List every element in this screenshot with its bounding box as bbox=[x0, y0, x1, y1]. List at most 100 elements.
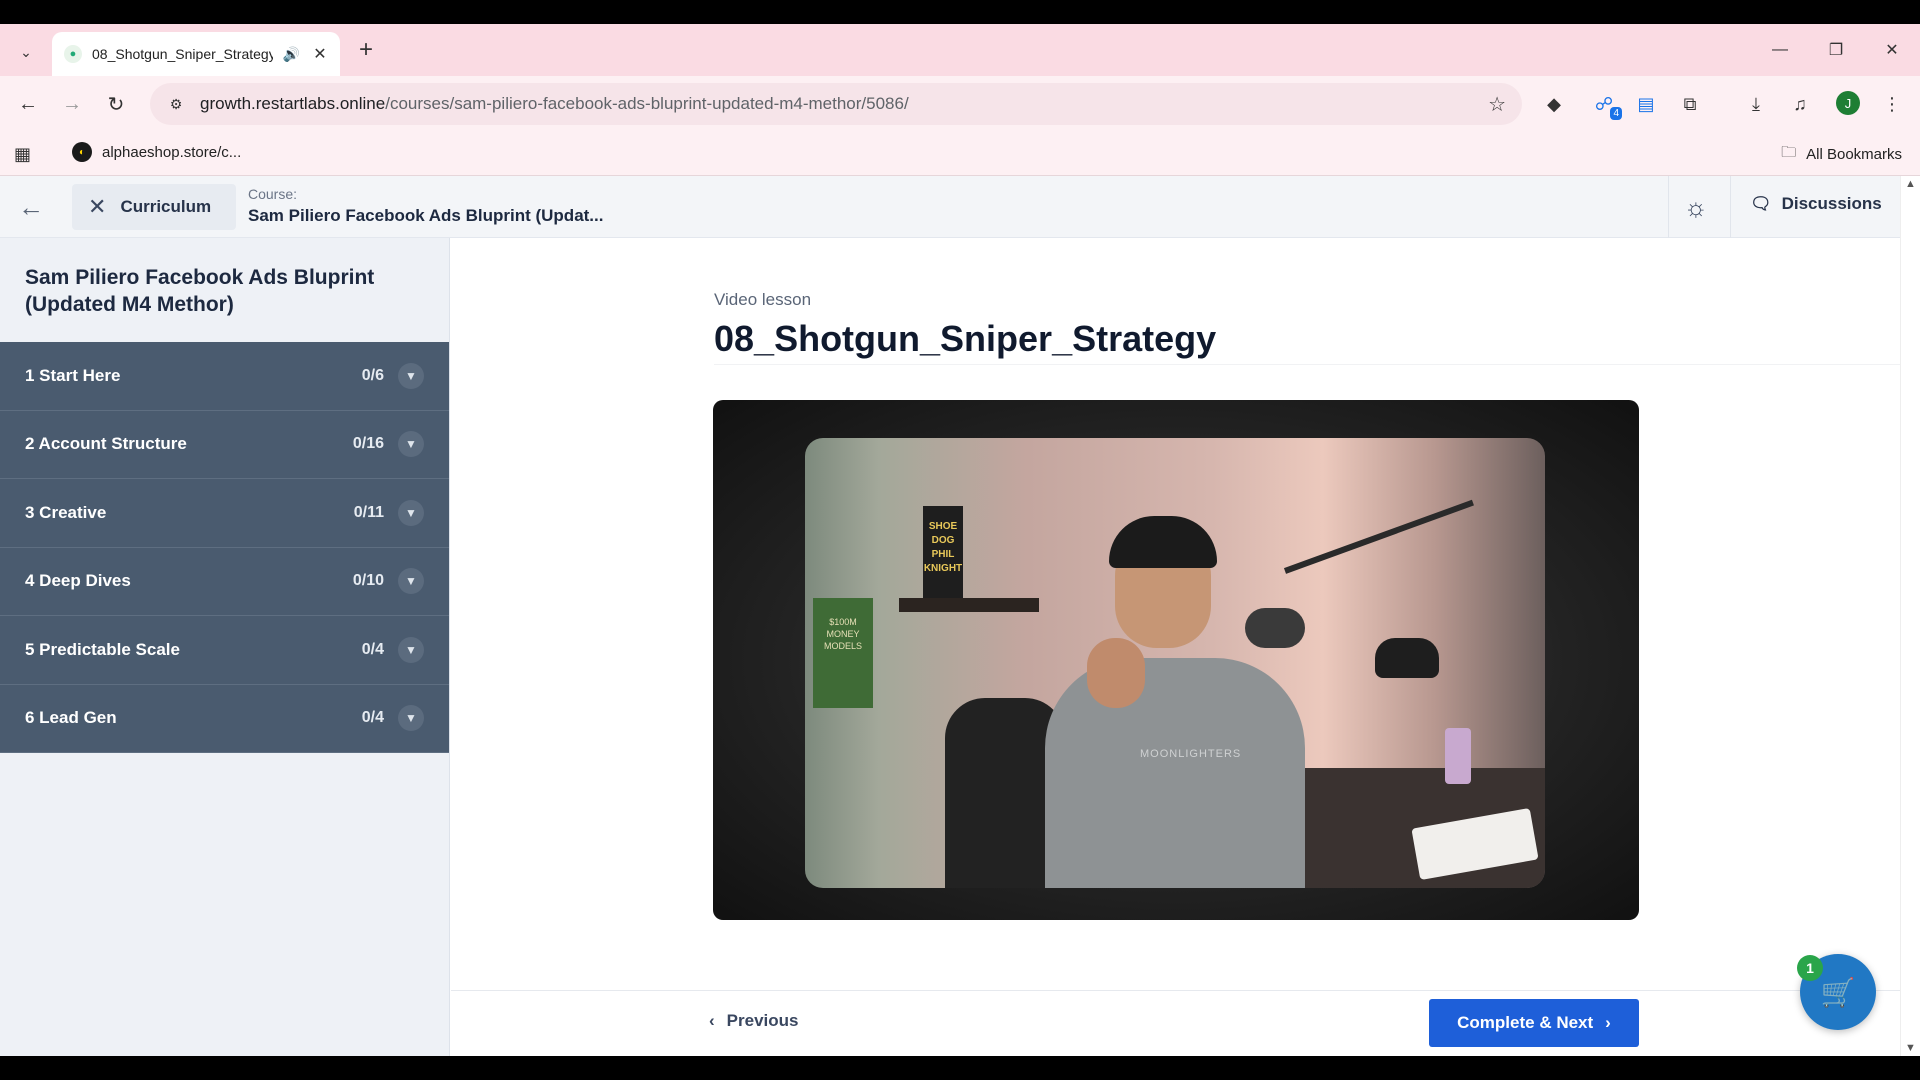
folder-icon: 🗀 bbox=[1781, 144, 1797, 161]
window-close-icon[interactable]: ✕ bbox=[1864, 24, 1920, 76]
all-bookmarks-button[interactable]: 🗀 All Bookmarks bbox=[1781, 142, 1902, 167]
cart-icon: 🛒 bbox=[1820, 976, 1856, 1008]
tab-favicon-icon: ● bbox=[64, 45, 82, 63]
forward-icon[interactable]: → bbox=[58, 90, 86, 118]
topbar-divider bbox=[1668, 176, 1669, 238]
video-frame: SHOE DOG PHIL KNIGHT $100M MONEY MODELS … bbox=[805, 438, 1545, 888]
topic-progress: 0/11 bbox=[353, 503, 384, 521]
presenter-hand bbox=[1087, 638, 1145, 708]
course-meta: Course: Sam Piliero Facebook Ads Bluprin… bbox=[248, 186, 603, 226]
topic-item-lead-gen[interactable]: 6 Lead Gen 0/4 ▼ bbox=[0, 684, 449, 753]
topic-label: 5 Predictable Scale bbox=[25, 639, 180, 659]
chevron-left-icon: ‹ bbox=[709, 1011, 715, 1030]
topic-item-creative[interactable]: 3 Creative 0/11 ▼ bbox=[0, 479, 449, 548]
topic-progress: 0/4 bbox=[361, 709, 384, 727]
presenter-body bbox=[1045, 658, 1305, 888]
curriculum-toggle-button[interactable]: ✕ Curriculum bbox=[72, 184, 236, 230]
back-arrow-icon[interactable]: ← bbox=[18, 192, 44, 223]
download-icon[interactable]: ⤓ bbox=[1742, 90, 1770, 118]
lesson-type-label: Video lesson bbox=[714, 290, 812, 309]
screen: ⌄ ● 08_Shotgun_Sniper_Strategy 🔊 ✕ + — ❐… bbox=[0, 0, 1920, 1080]
extension-badge: 4 bbox=[1610, 107, 1622, 120]
address-url[interactable]: growth.restartlabs.online/courses/sam-pi… bbox=[200, 94, 909, 114]
reload-icon[interactable]: ↻ bbox=[102, 90, 130, 118]
tab-close-icon[interactable]: ✕ bbox=[310, 44, 330, 64]
topic-progress: 0/16 bbox=[352, 435, 384, 453]
chevron-down-icon[interactable]: ▼ bbox=[398, 705, 424, 732]
site-info-icon[interactable]: ⚙ bbox=[164, 92, 188, 116]
address-bar[interactable]: ⚙ growth.restartlabs.online/courses/sam-… bbox=[150, 83, 1522, 125]
bookmark-star-icon[interactable]: ☆ bbox=[1488, 92, 1506, 117]
curriculum-sidebar: Sam Piliero Facebook Ads Bluprint (Updat… bbox=[0, 238, 450, 1056]
topic-label: 1 Start Here bbox=[25, 365, 121, 385]
bookmarks-bar: ▦ ◐ alphaeshop.store/c... 🗀 All Bookmark… bbox=[0, 132, 1920, 176]
chevron-down-icon[interactable]: ▼ bbox=[398, 568, 424, 595]
course-label: Course: bbox=[248, 186, 298, 202]
tab-audio-icon[interactable]: 🔊 bbox=[283, 46, 300, 63]
restore-icon[interactable]: ❐ bbox=[1808, 24, 1864, 76]
chevron-down-icon[interactable]: ▼ bbox=[398, 499, 424, 526]
browser-tabstrip: ⌄ ● 08_Shotgun_Sniper_Strategy 🔊 ✕ + — ❐… bbox=[0, 24, 1920, 76]
video-player[interactable]: SHOE DOG PHIL KNIGHT $100M MONEY MODELS … bbox=[713, 400, 1639, 920]
scroll-down-icon[interactable]: ▼ bbox=[1905, 1042, 1916, 1054]
extension-tool-icon[interactable]: ▤ bbox=[1632, 90, 1660, 118]
discussions-button[interactable]: 🗨 Discussions bbox=[1750, 194, 1882, 214]
video-book-shoe-dog: SHOE DOG PHIL KNIGHT bbox=[923, 506, 963, 598]
close-icon: ✕ bbox=[88, 194, 107, 219]
sidebar-course-title: Sam Piliero Facebook Ads Bluprint (Updat… bbox=[25, 266, 375, 316]
browser-menu-icon[interactable]: ⋮ bbox=[1878, 90, 1906, 118]
bookmark-item[interactable]: ◐ alphaeshop.store/c... bbox=[72, 142, 241, 162]
chevron-right-icon: › bbox=[1605, 1013, 1611, 1032]
apps-grid-icon[interactable]: ▦ bbox=[14, 144, 31, 165]
scroll-up-icon[interactable]: ▲ bbox=[1905, 178, 1916, 190]
chevron-down-icon[interactable]: ▼ bbox=[398, 362, 424, 389]
extension-cast-icon[interactable]: ☍ 4 bbox=[1590, 90, 1622, 120]
topic-label: 6 Lead Gen bbox=[25, 708, 117, 728]
complete-next-label: Complete & Next bbox=[1457, 1013, 1594, 1032]
previous-label: Previous bbox=[726, 1011, 799, 1030]
web-page: ← ✕ Curriculum Course: Sam Piliero Faceb… bbox=[0, 176, 1900, 1056]
topic-progress: 0/10 bbox=[352, 572, 384, 590]
chevron-down-icon[interactable]: ▼ bbox=[398, 431, 424, 458]
topic-item-deep-dives[interactable]: 4 Deep Dives 0/10 ▼ bbox=[0, 547, 449, 616]
extensions-puzzle-icon[interactable]: ⧉ bbox=[1676, 90, 1704, 118]
all-bookmarks-label: All Bookmarks bbox=[1806, 146, 1902, 163]
page-scrollbar[interactable]: ▲ ▼ bbox=[1900, 176, 1920, 1056]
lesson-topbar: ← ✕ Curriculum Course: Sam Piliero Faceb… bbox=[0, 176, 1900, 238]
topic-item-start-here[interactable]: 1 Start Here 0/6 ▼ bbox=[0, 342, 449, 411]
video-presenter bbox=[1025, 508, 1325, 888]
curriculum-label: Curriculum bbox=[120, 197, 212, 216]
video-book-money-models: $100M MONEY MODELS bbox=[813, 598, 873, 708]
minimize-icon[interactable]: — bbox=[1752, 24, 1808, 76]
tab-search-chevron-icon[interactable]: ⌄ bbox=[12, 38, 40, 66]
previous-button[interactable]: ‹ Previous bbox=[709, 1011, 798, 1031]
window-controls: — ❐ ✕ bbox=[1752, 24, 1920, 76]
video-microphone bbox=[1245, 608, 1305, 648]
new-tab-icon[interactable]: + bbox=[352, 36, 380, 64]
topic-item-predictable-scale[interactable]: 5 Predictable Scale 0/4 ▼ bbox=[0, 616, 449, 685]
chat-bubbles-icon: 🗨 bbox=[1750, 194, 1772, 213]
back-icon[interactable]: ← bbox=[14, 90, 42, 118]
theme-toggle-sun-icon[interactable]: ☼ bbox=[1684, 192, 1708, 223]
complete-next-button[interactable]: Complete & Next › bbox=[1429, 999, 1639, 1047]
topbar-divider bbox=[1730, 176, 1731, 238]
video-shirt-text: MOONLIGHTERS bbox=[1140, 748, 1242, 760]
topic-progress: 0/4 bbox=[361, 640, 384, 658]
presenter-cap bbox=[1109, 516, 1217, 568]
course-name: Sam Piliero Facebook Ads Bluprint (Updat… bbox=[248, 206, 604, 225]
profile-avatar[interactable]: J bbox=[1836, 91, 1860, 115]
chevron-down-icon[interactable]: ▼ bbox=[398, 636, 424, 663]
topic-label: 3 Creative bbox=[25, 502, 107, 522]
topic-list: 1 Start Here 0/6 ▼ 2 Account Structure 0… bbox=[0, 342, 449, 753]
media-control-icon[interactable]: ♫ bbox=[1786, 90, 1814, 118]
discussions-label: Discussions bbox=[1781, 194, 1882, 213]
bookmark-label: alphaeshop.store/c... bbox=[102, 143, 242, 161]
cart-count-badge: 1 bbox=[1797, 955, 1823, 981]
browser-tab-active[interactable]: ● 08_Shotgun_Sniper_Strategy 🔊 ✕ bbox=[52, 32, 340, 76]
lesson-content: Video lesson 08_Shotgun_Sniper_Strategy … bbox=[451, 238, 1900, 1056]
video-lamp bbox=[1375, 638, 1439, 678]
video-can bbox=[1445, 728, 1471, 784]
extension-shield-icon[interactable]: ◆ bbox=[1540, 90, 1568, 118]
topic-item-account-structure[interactable]: 2 Account Structure 0/16 ▼ bbox=[0, 410, 449, 479]
topic-progress: 0/6 bbox=[361, 366, 384, 384]
